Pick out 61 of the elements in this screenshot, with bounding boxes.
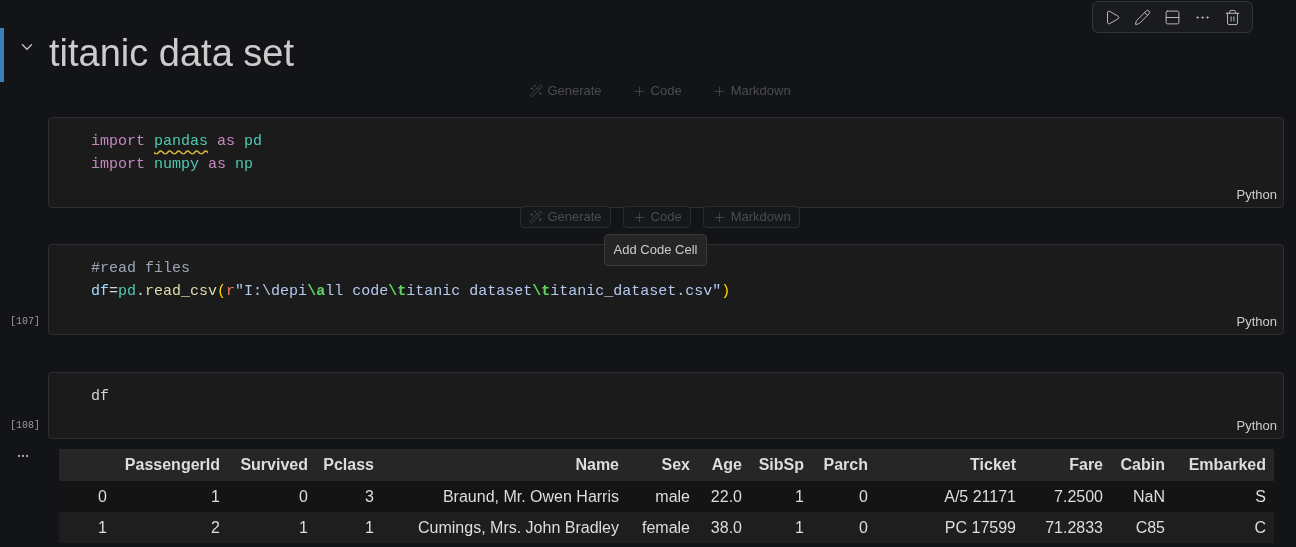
code-line: df [91, 387, 109, 407]
split-icon[interactable] [1163, 8, 1181, 26]
table-cell: 38.0 [710, 518, 742, 536]
code-line: #read files [91, 259, 191, 279]
code-cell[interactable]: df Python [48, 372, 1284, 439]
column-header: Name [575, 456, 619, 473]
code-cell[interactable]: import pandas as pd import numpy as np Python [48, 117, 1284, 208]
plus-icon [711, 83, 727, 99]
table-cell: Braund, Mr. Owen Harris [442, 487, 619, 505]
table-cell: A/5 21171 [944, 487, 1016, 505]
code-line: import pandas as pd [91, 132, 263, 152]
language-label[interactable]: Python [1236, 184, 1277, 204]
language-label[interactable]: Python [1236, 415, 1277, 435]
execution-count: [108] [9, 419, 41, 433]
table-cell: 1 [795, 487, 804, 505]
pencil-icon[interactable] [1133, 8, 1151, 26]
language-label[interactable]: Python [1236, 311, 1277, 331]
table-cell: NaN [1133, 487, 1165, 505]
column-header: Sex [661, 456, 690, 473]
table-cell: S [1255, 487, 1266, 505]
table-cell: male [655, 487, 690, 505]
code-line: df=pd.read_csv(r"I:\depi\all code\titanic dataset\titanic_dataset.csv") [91, 282, 731, 302]
heading: titanic data set [49, 34, 295, 76]
column-header: SibSp [758, 456, 804, 473]
column-header: Cabin [1120, 456, 1165, 473]
column-header: Age [711, 456, 742, 473]
table-cell: female [641, 518, 690, 536]
table-cell: C85 [1135, 518, 1165, 536]
column-header: Pclass [323, 456, 374, 473]
row-index: 1 [98, 518, 107, 536]
table-cell: C [1254, 518, 1266, 536]
table-cell: 1 [299, 518, 308, 536]
code-line: import numpy as np [91, 155, 254, 175]
plus-icon [631, 83, 647, 99]
table-cell: 7.2500 [1054, 487, 1103, 505]
table-cell: 22.0 [710, 487, 742, 505]
table-cell: 3 [365, 487, 374, 505]
execution-count: [107] [9, 315, 41, 329]
delete-icon[interactable] [1224, 8, 1242, 26]
table-cell: 1 [795, 518, 804, 536]
tooltip: Add Code Cell [603, 234, 708, 266]
table-cell: 1 [211, 487, 220, 505]
table-cell: 1 [365, 518, 374, 536]
column-header: Fare [1069, 456, 1103, 473]
plus-icon [711, 209, 727, 225]
row-index: 0 [98, 487, 107, 505]
table-cell: 2 [211, 518, 220, 536]
table-cell: 0 [859, 487, 868, 505]
table-cell: PC 17599 [944, 518, 1016, 536]
sparkle-icon [529, 210, 544, 224]
table-cell: 0 [299, 487, 308, 505]
table-cell: Cumings, Mrs. John Bradley [418, 518, 619, 536]
column-header: Survived [240, 456, 308, 473]
column-header: PassengerId [124, 456, 220, 473]
column-header: Embarked [1188, 456, 1266, 473]
sparkle-icon [529, 84, 544, 98]
table-cell: 71.2833 [1045, 518, 1103, 536]
table-cell: 0 [859, 518, 868, 536]
plus-icon [631, 209, 647, 225]
column-header: Parch [823, 456, 868, 473]
column-header: Ticket [970, 456, 1016, 473]
